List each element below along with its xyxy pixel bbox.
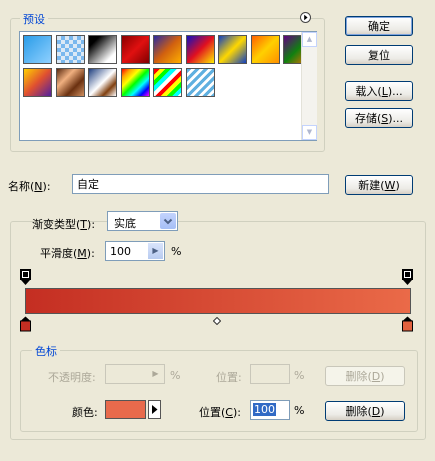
color-stop-swatch[interactable] [105,400,146,419]
location-label-pre: 位置( [199,406,226,419]
scroll-down-icon[interactable]: ▼ [302,125,317,140]
name-label-post: ): [42,180,51,193]
preset-swatch-blue-red-yellow[interactable] [185,35,215,64]
preset-swatch-chrome[interactable] [88,67,117,97]
opacity-location-field [250,364,290,384]
preset-swatch-yellow-violet[interactable] [23,67,52,97]
load-label-post: )... [387,84,403,98]
opacity-location-label: 位置: [216,371,242,384]
location-label-post: ): [232,406,241,419]
preset-swatch-red-dark[interactable] [120,35,150,64]
delete-opacity-stop-button[interactable]: 删除(D) [325,366,405,386]
delete-color-stop-button[interactable]: 删除(D) [325,401,405,421]
save-label-key: S [381,111,389,125]
opacity-field: ▶ [105,364,165,384]
opacity-unit: % [170,369,181,382]
load-button[interactable]: 载入(L)... [345,81,413,101]
location-label: 位置(C): [199,404,241,420]
save-button[interactable]: 存储(S)... [345,108,413,128]
location-label-key: C [225,406,233,419]
new-label-key: W [384,178,396,192]
new-label-pre: 新建( [358,179,385,192]
preset-swatch-spectrum[interactable] [120,67,150,97]
color-stop-right[interactable] [402,316,413,332]
location-value: 100 [253,403,276,416]
color-stop-left[interactable] [20,316,31,332]
opacity-label: 不透明度: [48,371,96,384]
delete-color-label-key: D [371,404,381,418]
location-unit: % [294,404,305,417]
preset-swatch-stripes-blue[interactable] [185,67,215,97]
ok-button[interactable]: 确定 [345,16,413,36]
scroll-up-icon[interactable]: ▲ [302,32,317,47]
save-label-pre: 存储( [354,112,382,125]
delete-opacity-label-post: ) [380,369,385,383]
name-label: 名称(N): [8,178,51,194]
smoothness-value: 100 [110,245,131,258]
name-label-pre: 名称( [8,180,35,193]
name-label-key: N [34,180,43,193]
opacity-stop-right[interactable] [402,269,413,285]
location-field[interactable]: 100 [250,400,290,420]
chevron-down-icon[interactable] [160,213,176,229]
delete-color-label-pre: 删除( [345,405,372,418]
presets-panel[interactable] [19,31,317,141]
smoothness-label: 平滑度(M): [40,245,95,261]
gradient-type-select[interactable]: 实底 [107,211,178,231]
opacity-location-unit: % [294,369,305,382]
new-label-post: ) [395,178,400,192]
preset-swatch-violet-orange[interactable] [153,35,182,64]
color-label: 颜色: [72,406,98,419]
opacity-slider-arrow-icon: ▶ [152,369,159,378]
save-label-post: )... [388,111,404,125]
color-menu-arrow-icon[interactable] [148,400,161,419]
delete-opacity-label-key: D [371,369,381,383]
opacity-stop-left[interactable] [20,269,31,285]
reset-button[interactable]: 复位 [345,45,413,65]
presets-title: 预设 [20,11,48,27]
smoothness-field[interactable]: 100 ▶ [105,241,165,261]
smoothness-label-post: ): [86,247,95,260]
gradient-type-value: 实底 [114,217,136,230]
gradient-type-label: 渐变类型(T): [32,216,95,232]
gradient-preview-bar[interactable] [25,288,411,314]
delete-color-label-post: ) [380,404,385,418]
preset-swatch-transparent-checker[interactable] [55,35,85,64]
gradient-type-label-post: ): [87,218,96,231]
preset-swatch-transparent-rainbow[interactable] [153,67,182,97]
name-input[interactable] [72,174,329,194]
preset-swatch-black-white[interactable] [88,35,117,64]
presets-scrollbar[interactable]: ▲ ▼ [301,32,317,140]
gradient-type-label-pre: 渐变类型( [32,218,81,231]
presets-menu-icon[interactable] [300,12,311,23]
smoothness-label-key: M [77,247,87,260]
smoothness-unit: % [171,245,182,258]
new-button[interactable]: 新建(W) [345,175,413,195]
load-label-pre: 载入( [355,85,382,98]
preset-swatch-blue-yellow-blue[interactable] [218,35,247,64]
preset-swatch-fg-to-transparent[interactable] [23,35,52,64]
stops-title: 色标 [32,343,60,359]
smoothness-slider-arrow-icon[interactable]: ▶ [148,243,163,259]
delete-opacity-label-pre: 删除( [345,370,372,383]
preset-swatch-orange-yellow[interactable] [250,35,280,64]
midpoint-diamond-icon[interactable] [212,315,222,326]
preset-swatch-copper[interactable] [55,67,85,97]
smoothness-label-pre: 平滑度( [40,247,78,260]
